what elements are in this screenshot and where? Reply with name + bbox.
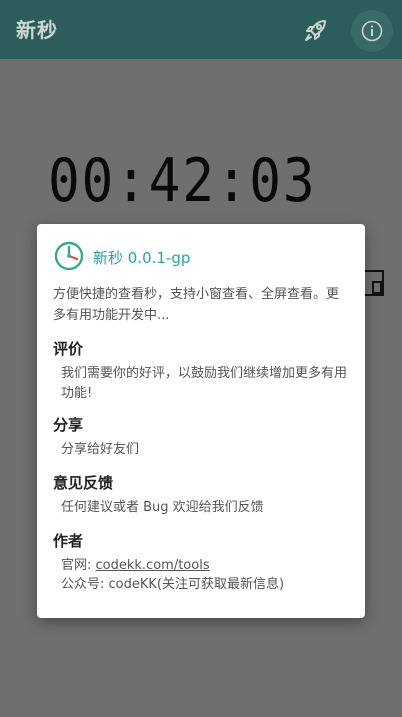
- clock-icon: [54, 241, 84, 271]
- website-row: 官网: codekk.com/tools: [61, 556, 351, 576]
- about-dialog: 新秒 0.0.1-gp 方便快捷的查看秒，支持小窗查看、全屏查看。更多有用功能开…: [37, 224, 365, 618]
- author-title: 作者: [53, 532, 84, 550]
- rocket-icon: [305, 20, 326, 41]
- app-bar: 新秒: [0, 0, 402, 59]
- app-description: 方便快捷的查看秒，支持小窗查看、全屏查看。更多有用功能开发中...: [53, 287, 340, 323]
- dialog-header: 新秒 0.0.1-gp: [53, 240, 353, 274]
- share-title: 分享: [53, 416, 84, 434]
- website-label: 官网:: [61, 558, 96, 573]
- stopwatch-display: 00:42:03: [48, 146, 362, 216]
- wechat-account: 公众号: codeKK(关注可获取最新信息): [61, 577, 285, 592]
- picture-in-picture-icon: [362, 270, 384, 296]
- website-link[interactable]: codekk.com/tools: [96, 558, 210, 573]
- review-title: 评价: [53, 340, 84, 358]
- feedback-title: 意见反馈: [53, 474, 114, 492]
- feedback-item[interactable]: 任何建议或者 Bug 欢迎给我们反馈: [61, 498, 351, 518]
- info-button[interactable]: [351, 10, 393, 52]
- clock-time: 00:42:03: [48, 146, 317, 216]
- share-item[interactable]: 分享给好友们: [61, 440, 351, 460]
- app-title: 新秒: [16, 18, 58, 42]
- rocket-button[interactable]: [300, 14, 332, 46]
- dialog-title: 新秒 0.0.1-gp: [93, 249, 191, 267]
- pip-button[interactable]: [362, 270, 384, 300]
- review-item[interactable]: 我们需要你的好评，以鼓励我们继续增加更多有用功能!: [61, 364, 351, 404]
- info-icon: [361, 20, 383, 42]
